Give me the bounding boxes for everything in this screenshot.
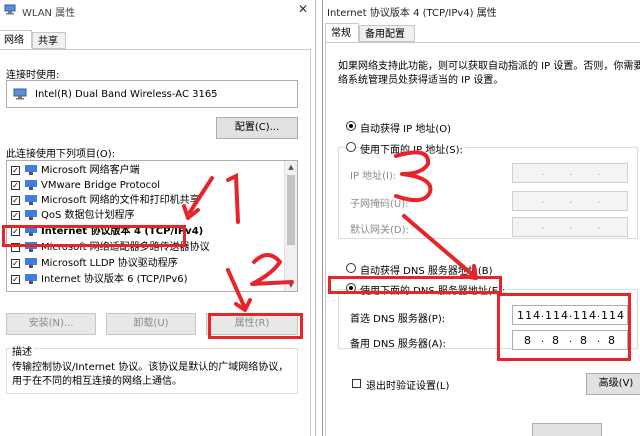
adapter-icon (13, 88, 27, 100)
item-label: Microsoft 网络的文件和打印机共享 (41, 195, 200, 206)
item-checkbox[interactable]: ✓ (11, 181, 20, 190)
tab-sharing[interactable]: 共享 (32, 32, 66, 49)
tab-strip: 网络 共享 (0, 30, 315, 50)
validate-checkbox[interactable] (352, 379, 361, 388)
uninstall-button[interactable]: 卸载(U) (106, 313, 196, 335)
title-bar: Internet 协议版本 4 (TCP/IPv4) 属性 (323, 0, 640, 20)
client-icon (25, 165, 37, 175)
list-item[interactable]: ✓ Microsoft LLDP 协议驱动程序 (9, 257, 283, 271)
ok-button[interactable] (532, 423, 602, 436)
gateway-field[interactable]: ... (512, 217, 628, 237)
protocol-icon (25, 258, 37, 268)
adapter-name: Intel(R) Dual Band Wireless-AC 3165 (35, 89, 218, 100)
item-checkbox[interactable]: ✓ (11, 196, 20, 205)
general-tab-panel: 如果网络支持此功能，则可以获取自动指派的 IP 设置。否则，你需要从 络系统管理… (325, 42, 640, 436)
tab-general[interactable]: 常规 (325, 23, 359, 42)
list-item[interactable]: ✓ QoS 数据包计划程序 (9, 209, 283, 223)
items-label: 此连接使用下列项目(O): (6, 149, 116, 160)
scroll-up-icon[interactable]: ▲ (285, 161, 297, 173)
auto-dns-label[interactable]: 自动获得 DNS 服务器地址(B) (360, 262, 493, 277)
highlight-dns-values (497, 293, 631, 361)
scroll-down-icon[interactable]: ▼ (285, 279, 297, 291)
adapter-box: Intel(R) Dual Band Wireless-AC 3165 (6, 80, 298, 108)
protocol-icon (25, 180, 37, 190)
manual-ip-radio[interactable] (346, 142, 356, 152)
item-label: VMware Bridge Protocol (41, 180, 161, 191)
intro-line-1: 如果网络支持此功能，则可以获取自动指派的 IP 设置。否则，你需要从 (338, 61, 640, 72)
list-item[interactable]: ✓ VMware Bridge Protocol (9, 179, 283, 193)
service-icon (25, 195, 37, 205)
list-scrollbar[interactable]: ▲ ▼ (284, 161, 297, 291)
highlight-properties-button (208, 313, 303, 339)
manual-ip-label[interactable]: 使用下面的 IP 地址(S): (360, 141, 465, 156)
item-label: Microsoft LLDP 协议驱动程序 (41, 258, 178, 269)
protocol-icon (25, 274, 37, 284)
tab-alternate-config[interactable]: 备用配置 (359, 25, 415, 42)
item-label: Microsoft 网络客户端 (41, 165, 140, 176)
configure-button[interactable]: 配置(C)... (216, 117, 298, 139)
list-item[interactable]: ✓ Microsoft 网络客户端 (9, 164, 283, 178)
tab-network[interactable]: 网络 (0, 30, 32, 49)
ip-address-label: IP 地址(I): (350, 171, 397, 182)
alternate-dns-label: 备用 DNS 服务器(A): (350, 339, 446, 350)
title-bar: WLAN 属性 ✕ (0, 0, 315, 20)
advanced-button[interactable]: 高级(V) (586, 373, 640, 395)
item-label: Internet 协议版本 6 (TCP/IPv6) (41, 274, 188, 285)
item-checkbox[interactable]: ✓ (11, 259, 20, 268)
scroll-thumb[interactable] (287, 175, 295, 245)
auto-ip-radio[interactable] (346, 121, 356, 131)
auto-ip-label[interactable]: 自动获得 IP 地址(O) (360, 120, 451, 135)
list-item[interactable]: ✓ Internet 协议版本 6 (TCP/IPv6) (9, 273, 283, 287)
ip-address-field[interactable]: ... (512, 163, 628, 183)
tab-strip: 常规 备用配置 (323, 23, 640, 43)
highlight-ipv4-item (2, 225, 186, 247)
window-title: Internet 协议版本 4 (TCP/IPv4) 属性 (327, 8, 497, 19)
auto-dns-radio[interactable] (346, 263, 356, 273)
description-label: 描述 (10, 343, 34, 358)
service-icon (25, 210, 37, 220)
subnet-label: 子网掩码(U): (350, 199, 409, 210)
connect-using-label: 连接时使用: (6, 70, 60, 81)
window-title: WLAN 属性 (22, 8, 76, 19)
network-adapter-icon (4, 4, 16, 15)
preferred-dns-label: 首选 DNS 服务器(P): (350, 314, 446, 325)
item-checkbox[interactable]: ✓ (11, 211, 20, 220)
validate-label[interactable]: 退出时验证设置(L) (366, 377, 449, 392)
item-label: QoS 数据包计划程序 (41, 210, 135, 221)
description-text: 传输控制协议/Internet 协议。该协议是默认的广域网络协议，用于在不同的相… (12, 362, 289, 387)
gateway-label: 默认网关(D): (350, 225, 409, 236)
intro-line-2: 络系统管理员处获得适当的 IP 设置。 (338, 75, 504, 86)
list-item[interactable]: ✓ Microsoft 网络的文件和打印机共享 (9, 194, 283, 208)
ipv4-properties-window: Internet 协议版本 4 (TCP/IPv4) 属性 常规 备用配置 如果… (322, 0, 640, 436)
item-checkbox[interactable]: ✓ (11, 275, 20, 284)
item-checkbox[interactable]: ✓ (11, 166, 20, 175)
wlan-properties-window: WLAN 属性 ✕ 网络 共享 连接时使用: Intel(R) Dual Ban… (0, 0, 316, 436)
close-icon[interactable]: ✕ (298, 2, 308, 16)
highlight-manual-dns (328, 276, 502, 294)
install-button[interactable]: 安装(N)... (6, 313, 96, 335)
subnet-field[interactable]: ... (512, 191, 628, 211)
